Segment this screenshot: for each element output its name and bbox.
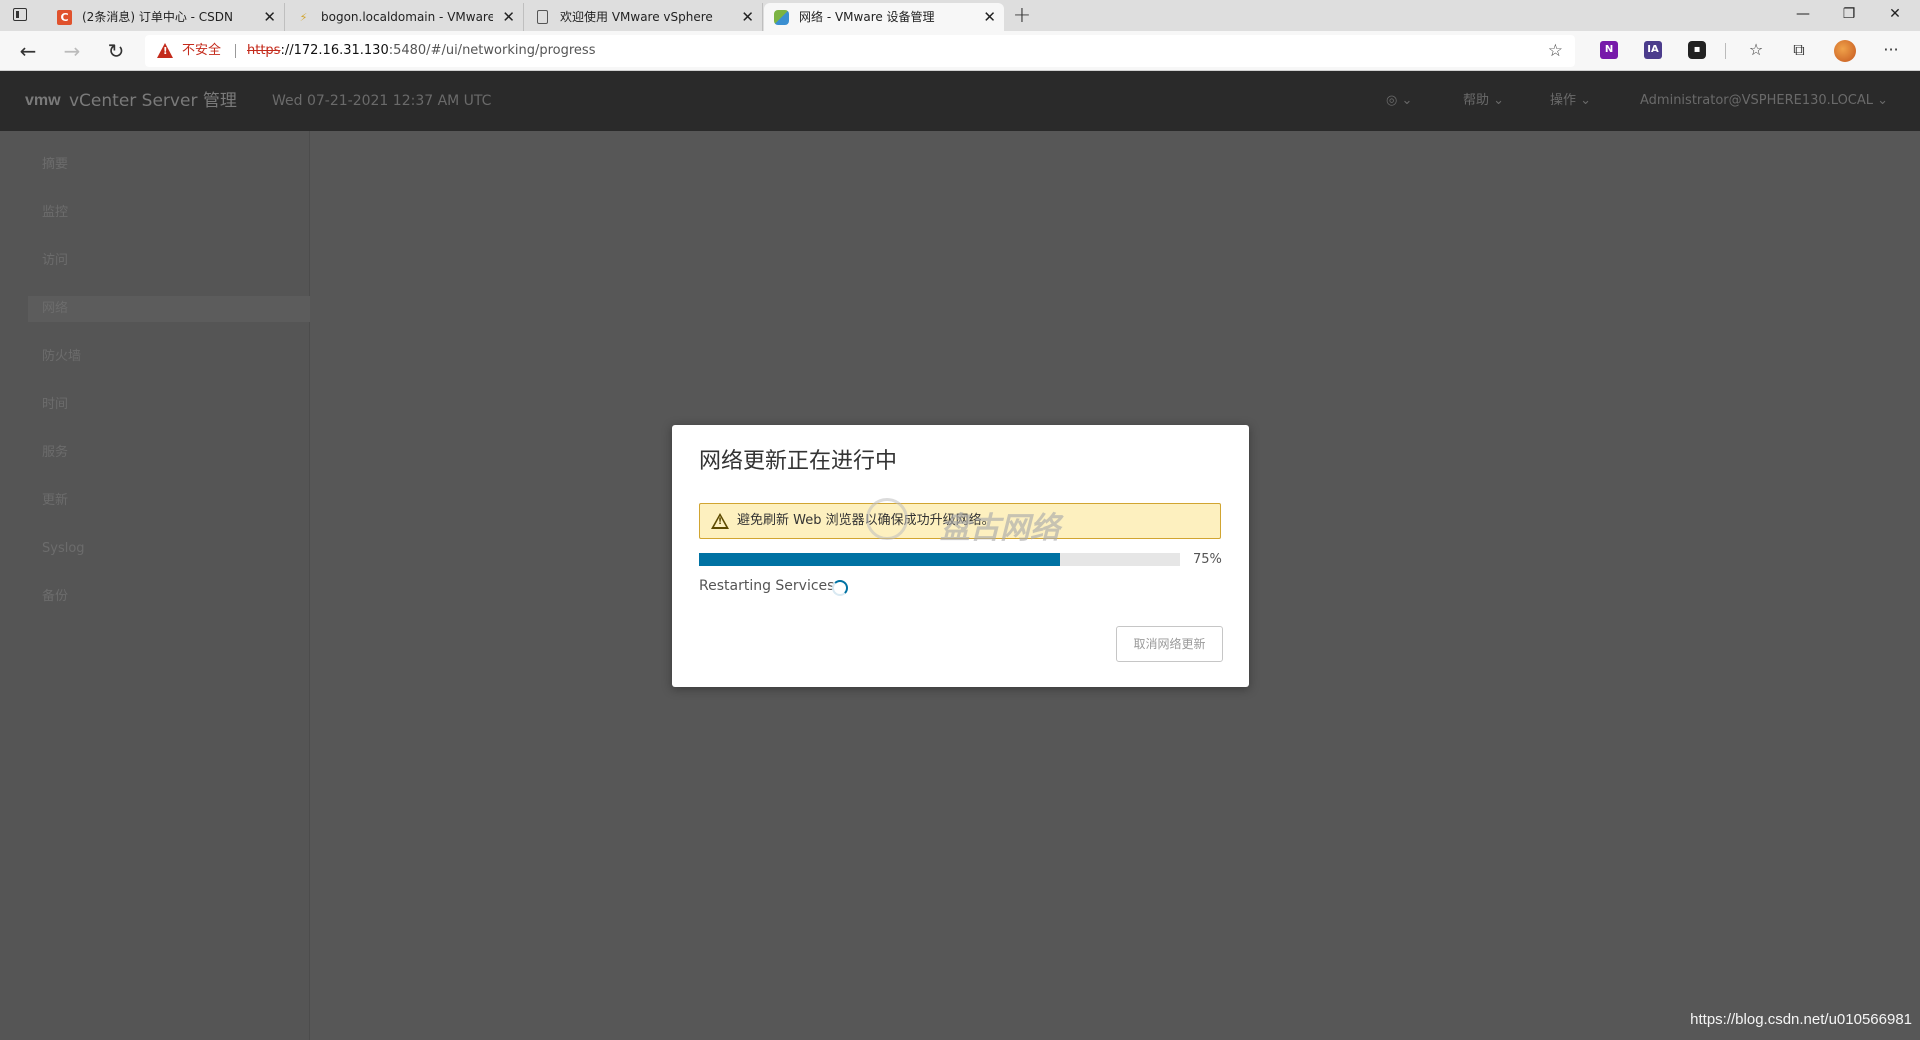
tab-actions-icon[interactable] bbox=[13, 8, 27, 21]
address-divider bbox=[235, 44, 236, 58]
help-menu-label: 帮助 bbox=[1463, 93, 1490, 108]
sidebar-item-backup[interactable]: 备份 bbox=[28, 584, 310, 610]
app-title: vCenter Server 管理 bbox=[69, 91, 237, 111]
watermark-logo bbox=[866, 498, 908, 540]
help-menu[interactable]: 帮助 ⌄ bbox=[1463, 71, 1504, 131]
progress-bar-fill bbox=[699, 553, 1060, 566]
restore-icon[interactable]: ❐ bbox=[1826, 0, 1872, 30]
browser-tab-csdn[interactable]: C (2条消息) 订单中心 - CSDN ✕ bbox=[47, 3, 285, 31]
ia-icon[interactable]: IA bbox=[1644, 41, 1662, 59]
sidebar-item-summary[interactable]: 摘要 bbox=[28, 152, 310, 178]
vmware-logo: vmw bbox=[25, 92, 61, 109]
browser-tab-strip: C (2条消息) 订单中心 - CSDN ✕ ⚡ bogon.localdoma… bbox=[0, 0, 1920, 31]
close-window-icon[interactable]: ✕ bbox=[1872, 0, 1918, 30]
onenote-icon[interactable]: N bbox=[1600, 41, 1618, 59]
close-icon[interactable]: ✕ bbox=[502, 3, 515, 31]
tab-title: (2条消息) 订单中心 - CSDN bbox=[82, 10, 233, 24]
warning-icon: ! bbox=[711, 513, 729, 529]
sidebar-item-update[interactable]: 更新 bbox=[28, 488, 310, 514]
blog-url-watermark: https://blog.csdn.net/u010566981 bbox=[1690, 1011, 1912, 1028]
not-secure-warning-icon[interactable]: ! bbox=[157, 43, 173, 58]
minimize-icon[interactable]: — bbox=[1780, 0, 1826, 30]
progress-bar bbox=[699, 553, 1180, 566]
sidebar-item-networking[interactable]: 网络 bbox=[28, 296, 310, 322]
vcenter-header: vmw vCenter Server 管理 Wed 07-21-2021 12:… bbox=[0, 71, 1920, 131]
close-icon[interactable]: ✕ bbox=[741, 3, 754, 31]
sidebar-item-services[interactable]: 服务 bbox=[28, 440, 310, 466]
vmware-appliance-icon bbox=[774, 10, 789, 25]
url-path: :5480/#/ui/networking/progress bbox=[388, 43, 596, 58]
url-scheme: https bbox=[247, 43, 281, 58]
back-arrow-icon[interactable]: ← bbox=[14, 37, 42, 65]
cancel-network-update-button[interactable]: 取消网络更新 bbox=[1116, 626, 1223, 662]
profile-avatar[interactable] bbox=[1834, 40, 1856, 62]
favorites-icon[interactable]: ☆ bbox=[1745, 39, 1767, 61]
sidebar-item-syslog[interactable]: Syslog bbox=[28, 536, 310, 562]
actions-menu-label: 操作 bbox=[1550, 93, 1577, 108]
refresh-icon[interactable]: ↻ bbox=[102, 37, 130, 65]
new-tab-button[interactable]: + bbox=[1010, 3, 1034, 29]
browser-tab-vsphere[interactable]: 欢迎使用 VMware vSphere ✕ bbox=[525, 3, 763, 31]
browser-toolbar: ← → ↻ ! 不安全 https://172.16.31.130:5480/#… bbox=[0, 31, 1920, 71]
address-bar[interactable]: ! 不安全 https://172.16.31.130:5480/#/ui/ne… bbox=[145, 35, 1575, 67]
progress-percent: 75% bbox=[1193, 552, 1222, 567]
sidebar-item-access[interactable]: 访问 bbox=[28, 248, 310, 274]
forward-arrow-icon[interactable]: → bbox=[58, 37, 86, 65]
browser-tab-esxi[interactable]: ⚡ bogon.localdomain - VMware ESXi ✕ bbox=[286, 3, 524, 31]
loading-spinner-icon bbox=[832, 580, 848, 596]
tab-title: 欢迎使用 VMware vSphere bbox=[560, 10, 713, 24]
network-update-modal: 网络更新正在进行中 ! 避免刷新 Web 浏览器以确保成功升级网络。 75% R… bbox=[672, 425, 1249, 687]
csdn-icon: C bbox=[57, 10, 72, 25]
watermark-text: 盘古网络 bbox=[940, 511, 1060, 546]
sidebar-nav: 摘要 监控 访问 网络 防火墙 时间 服务 更新 Syslog 备份 bbox=[0, 131, 310, 1040]
user-menu[interactable]: Administrator@VSPHERE130.LOCAL ⌄ bbox=[1640, 71, 1888, 131]
close-icon[interactable]: ✕ bbox=[263, 3, 276, 31]
url-host: ://172.16.31.130 bbox=[280, 43, 389, 58]
status-text: Restarting Services bbox=[699, 578, 835, 594]
modal-title: 网络更新正在进行中 bbox=[699, 449, 898, 474]
tab-title: 网络 - VMware 设备管理 bbox=[799, 10, 935, 24]
actions-menu[interactable]: 操作 ⌄ bbox=[1550, 71, 1591, 131]
tab-title: bogon.localdomain - VMware ESXi bbox=[321, 10, 493, 24]
security-label[interactable]: 不安全 bbox=[182, 35, 221, 67]
page-icon bbox=[537, 10, 548, 24]
url-text[interactable]: https://172.16.31.130:5480/#/ui/networki… bbox=[247, 35, 595, 67]
close-icon[interactable]: ✕ bbox=[983, 3, 996, 31]
sidebar-item-monitor[interactable]: 监控 bbox=[28, 200, 310, 226]
toolbar-divider bbox=[1725, 43, 1726, 59]
header-datetime: Wed 07-21-2021 12:37 AM UTC bbox=[272, 93, 492, 109]
browser-tab-appliance[interactable]: 网络 - VMware 设备管理 ✕ bbox=[764, 3, 1004, 31]
language-globe-icon[interactable]: ◎ ⌄ bbox=[1386, 71, 1412, 131]
sidebar-item-time[interactable]: 时间 bbox=[28, 392, 310, 418]
user-name: Administrator@VSPHERE130.LOCAL bbox=[1640, 93, 1874, 108]
more-menu-icon[interactable]: ··· bbox=[1880, 39, 1902, 61]
reader-icon[interactable]: ▪ bbox=[1688, 41, 1706, 59]
vmware-esxi-icon: ⚡ bbox=[299, 11, 308, 24]
collections-icon[interactable]: ⧉ bbox=[1788, 39, 1810, 61]
sidebar-item-firewall[interactable]: 防火墙 bbox=[28, 344, 310, 370]
add-favorite-icon[interactable]: ☆ bbox=[1548, 41, 1563, 61]
